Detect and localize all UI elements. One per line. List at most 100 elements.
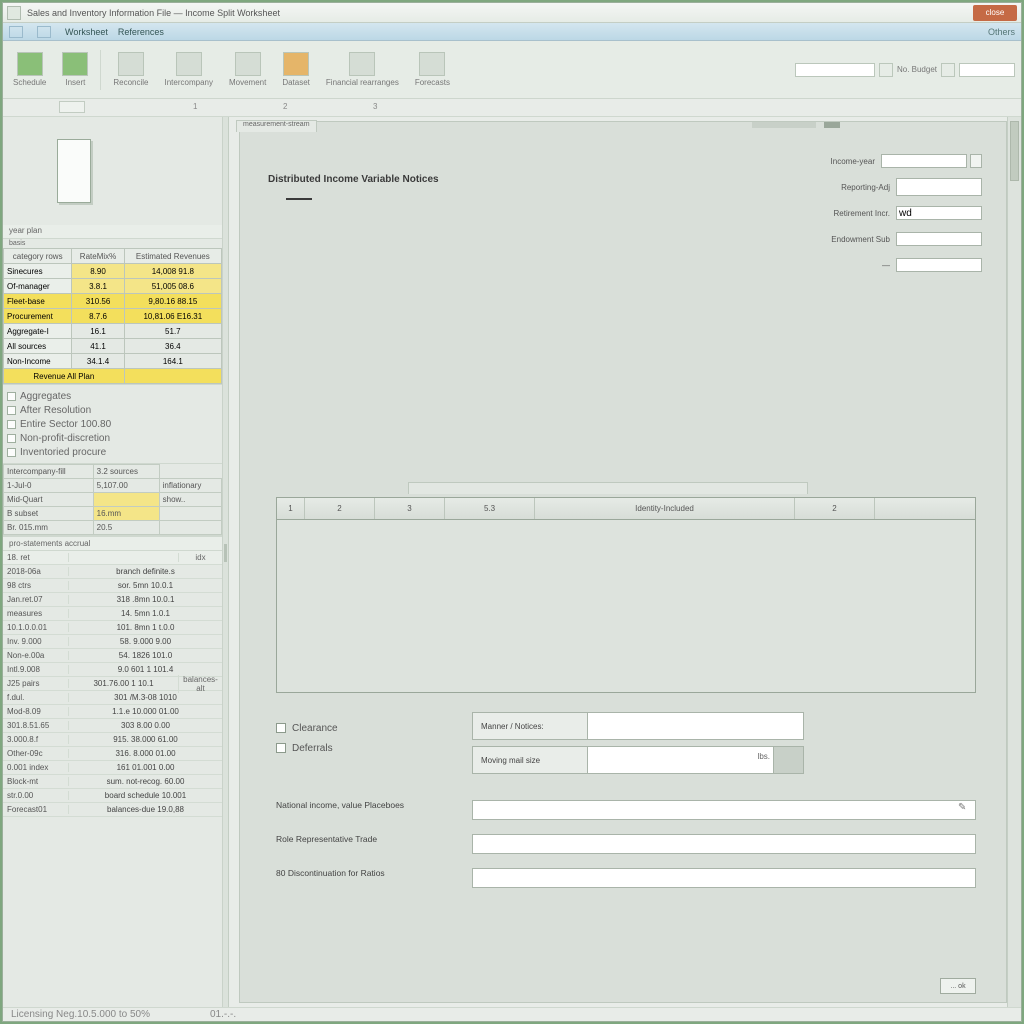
checkbox[interactable] (7, 434, 16, 443)
list-item-value[interactable]: 101. 8mn 1 t.0.0 (69, 623, 222, 632)
ok-button[interactable]: ... ok (940, 978, 976, 994)
grid-col-header[interactable]: 5.3 (445, 498, 535, 519)
quick-dropdown-icon[interactable] (879, 63, 893, 77)
list-item-value[interactable]: 1.1.e 10.000 01.00 (69, 707, 222, 716)
form-input[interactable] (896, 206, 982, 220)
ruler-marker[interactable] (59, 101, 85, 113)
dropdown-icon[interactable] (970, 154, 982, 168)
list-item-value[interactable]: branch definite.s (69, 567, 222, 576)
table-cell[interactable]: 8.7.6 (72, 309, 124, 324)
table-cell[interactable] (159, 521, 221, 535)
role-rep-input[interactable] (472, 834, 976, 854)
checkbox[interactable] (7, 406, 16, 415)
col-header[interactable]: RateMix% (72, 249, 124, 264)
list-item-value[interactable]: 54. 1826 101.0 (69, 651, 222, 660)
list-item-value[interactable]: sor. 5mn 10.0.1 (69, 581, 222, 590)
table-cell[interactable]: 9,80.16 88.15 (124, 294, 221, 309)
detail-grid[interactable]: 1235.3Identity-Included2 (276, 497, 976, 693)
ribbon-group-movement[interactable]: Movement (225, 52, 270, 87)
table-cell[interactable]: Intercompany-fill (4, 465, 94, 479)
list-item-label[interactable]: f.dul. (3, 693, 69, 702)
grid-col-header[interactable]: Identity-Included (535, 498, 795, 519)
table-row-label[interactable]: All sources (4, 339, 72, 354)
panel-handle-2[interactable] (824, 122, 840, 128)
ribbon-group-intercompany[interactable]: Intercompany (161, 52, 217, 87)
page-thumbnail[interactable] (57, 139, 91, 203)
panel-handle[interactable] (752, 122, 816, 128)
table-cell[interactable]: 164.1 (124, 354, 221, 369)
close-button[interactable]: close (973, 5, 1017, 21)
list-item-value[interactable]: 316. 8.000 01.00 (69, 749, 222, 758)
grid-col-header[interactable]: 1 (277, 498, 305, 519)
list-item-label[interactable]: Mod-8.09 (3, 707, 69, 716)
national-income-input[interactable] (472, 800, 976, 820)
list-item-value[interactable]: sum. not-recog. 60.00 (69, 777, 222, 786)
list-item-label[interactable]: Non-e.00a (3, 651, 69, 660)
list-item-value[interactable]: 318 .8mn 10.0.1 (69, 595, 222, 604)
table-cell[interactable]: inflationary (159, 479, 221, 493)
list-item-label[interactable]: J25 pairs (3, 679, 69, 688)
ribbon-group-schedule[interactable]: Schedule (9, 52, 50, 87)
list-item-label[interactable]: measures (3, 609, 69, 618)
table-cell[interactable]: 3.2 sources (93, 465, 159, 479)
list-item-label[interactable]: Block-mt (3, 777, 69, 786)
list-item-label[interactable]: Intl.9.008 (3, 665, 69, 674)
edit-icon[interactable]: ✎ (958, 802, 972, 816)
table-cell[interactable]: B subset (4, 507, 94, 521)
system-menu-icon[interactable] (7, 6, 21, 20)
form-input[interactable] (881, 154, 967, 168)
find-result-box[interactable] (959, 63, 1015, 77)
ribbon-group-forecasts[interactable]: Forecasts (411, 52, 454, 87)
table-cell[interactable]: 10,81.06 E16.31 (124, 309, 221, 324)
table-cell[interactable] (159, 507, 221, 521)
list-item-value[interactable]: 303 8.00 0.00 (69, 721, 222, 730)
pair-input[interactable] (587, 747, 773, 773)
list-item-value[interactable]: 9.0 601 1 101.4 (69, 665, 222, 674)
list-item-label[interactable]: 2018-06a (3, 567, 69, 576)
list-item-label[interactable]: Jan.ret.07 (3, 595, 69, 604)
table-cell[interactable]: 51,005 08.6 (124, 279, 221, 294)
table-cell[interactable]: 5,107.00 (93, 479, 159, 493)
table-cell[interactable]: 41.1 (72, 339, 124, 354)
list-item-extra[interactable]: balances-alt (178, 675, 222, 693)
list-item-value[interactable]: 915. 38.000 61.00 (69, 735, 222, 744)
ribbon-group-insert[interactable]: Insert (58, 52, 92, 87)
list-item-value[interactable]: 58. 9.000 9.00 (69, 637, 222, 646)
scroll-thumb[interactable] (1010, 121, 1019, 181)
table-row-label[interactable]: Aggregate-I (4, 324, 72, 339)
list-item-label[interactable]: 10.1.0.0.01 (3, 623, 69, 632)
list-item-label[interactable]: 301.8.51.65 (3, 721, 69, 730)
form-input[interactable] (896, 258, 982, 272)
list-item-label[interactable]: 98 ctrs (3, 581, 69, 590)
table-row-label[interactable]: Procurement (4, 309, 72, 324)
grid-tab[interactable] (408, 482, 808, 494)
table-cell[interactable]: Mid-Quart (4, 493, 94, 507)
list-item-value[interactable]: 14. 5mn 1.0.1 (69, 609, 222, 618)
splitter[interactable] (223, 117, 229, 1007)
table-cell[interactable]: show.. (159, 493, 221, 507)
col-header[interactable]: Estimated Revenues (124, 249, 221, 264)
table-cell[interactable]: 310.56 (72, 294, 124, 309)
pair-input[interactable] (587, 713, 803, 739)
table-cell[interactable]: 51.7 (124, 324, 221, 339)
list-item-label[interactable]: Other-09c (3, 749, 69, 758)
list-item-value[interactable]: board schedule 10.001 (69, 791, 222, 800)
table-cell[interactable]: 20.5 (93, 521, 159, 535)
grid-col-header[interactable]: 2 (305, 498, 375, 519)
panel-tab[interactable]: measurement-stream (236, 120, 317, 132)
list-item-label[interactable]: 0.001 index (3, 763, 69, 772)
checkbox[interactable] (276, 743, 286, 753)
quick-search-input[interactable] (795, 63, 875, 77)
table-cell[interactable]: 36.4 (124, 339, 221, 354)
unit-chip[interactable] (773, 747, 803, 773)
table-cell[interactable]: 1-Jul-0 (4, 479, 94, 493)
table-cell[interactable]: 3.8.1 (72, 279, 124, 294)
vertical-scrollbar[interactable] (1007, 117, 1021, 1007)
table-row-label[interactable]: Sinecures (4, 264, 72, 279)
table-row-label[interactable]: Non-Income (4, 354, 72, 369)
ribbon-group-reconcile[interactable]: Reconcile (109, 52, 152, 87)
table-row-label[interactable]: Fleet-base (4, 294, 72, 309)
table-cell[interactable]: 16.mm (93, 507, 159, 521)
grid-col-header[interactable]: 3 (375, 498, 445, 519)
ribbon-group-dataset[interactable]: Dataset (278, 52, 314, 87)
